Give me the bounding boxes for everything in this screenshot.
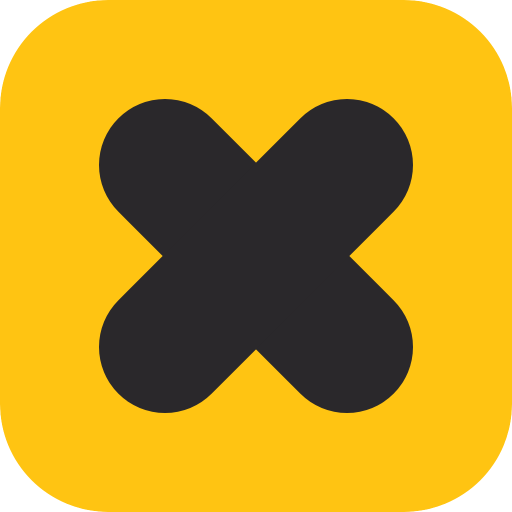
app-icon-tile[interactable] [0, 0, 512, 512]
x-mark-glyph [99, 99, 413, 413]
close-icon [0, 0, 512, 512]
